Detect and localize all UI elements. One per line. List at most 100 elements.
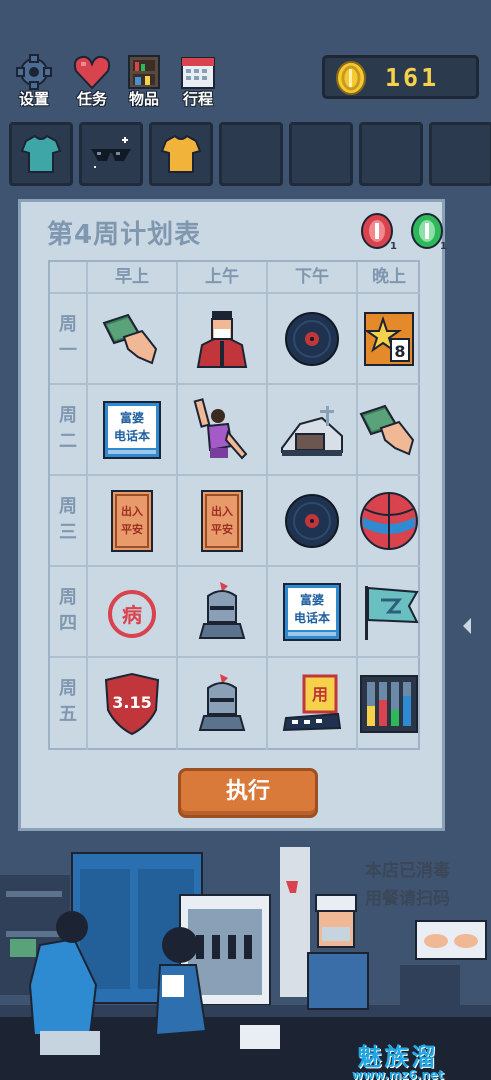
schedule-button[interactable]: 行程 [172, 50, 224, 112]
svg-text:用: 用 [312, 685, 328, 704]
notice-line-1: 本店已消毒 [365, 861, 450, 881]
inventory-slot[interactable] [429, 122, 491, 186]
watermark-name: 魅族溜 [357, 1043, 439, 1071]
phone-book-icon: 富婆 电话本 [103, 400, 161, 459]
settings-button[interactable]: 设置 [8, 50, 60, 112]
plan-grid: 早上 上午 下午 晚上 周一 周二 周三 周四 周五 8 富婆 电话本 出入 平… [48, 260, 420, 750]
plan-cell[interactable] [178, 385, 268, 476]
inventory-slot[interactable] [289, 122, 353, 186]
row-header: 周五 [50, 658, 88, 750]
svg-text:出入: 出入 [121, 504, 143, 518]
vinyl-record-icon [285, 311, 339, 366]
svg-text:电话本: 电话本 [294, 610, 330, 625]
plan-cell[interactable] [358, 567, 420, 658]
svg-text:平安: 平安 [121, 522, 143, 536]
shop-notice: 本店已消毒 用餐请扫码 [365, 857, 490, 917]
plan-cell[interactable] [358, 658, 420, 750]
star-8-card-icon: 8 [363, 311, 414, 366]
items-button[interactable]: 物品 [118, 50, 170, 112]
plan-cell[interactable] [358, 476, 420, 567]
svg-text:电话本: 电话本 [114, 428, 150, 443]
sunglasses-icon [91, 137, 131, 168]
corner-cell [50, 262, 88, 294]
row-header: 周三 [50, 476, 88, 567]
col-header: 晚上 [358, 262, 420, 294]
yellow-shirt-icon [160, 134, 202, 173]
plan-cell[interactable]: 用 [268, 658, 358, 750]
masked-man-icon [196, 310, 248, 368]
watermark: 魅族溜 www.mz6.net [352, 1037, 444, 1080]
panel-notch [463, 618, 471, 634]
plan-cell[interactable] [268, 476, 358, 567]
vinyl-record-icon [285, 493, 339, 548]
phone-book-icon: 富婆 电话本 [283, 582, 341, 641]
row-header: 周二 [50, 385, 88, 476]
knight-helmet-icon [198, 581, 246, 639]
col-header: 早上 [88, 262, 178, 294]
teal-shirt-icon [20, 134, 62, 173]
col-header: 上午 [178, 262, 268, 294]
plan-cell[interactable]: 3.15 [88, 658, 178, 750]
test-tubes-icon [360, 675, 418, 733]
svg-text:病: 病 [122, 603, 142, 627]
green-token[interactable]: 1 [409, 212, 447, 252]
shelf-icon [128, 55, 160, 89]
plan-cell[interactable]: 富婆 电话本 [268, 567, 358, 658]
tasks-button[interactable]: 任务 [66, 50, 118, 112]
inventory-slot[interactable] [79, 122, 143, 186]
watermark-url: www.mz6.net [352, 1068, 444, 1080]
plan-cell[interactable] [178, 567, 268, 658]
inventory-slot[interactable] [9, 122, 73, 186]
plan-cell[interactable]: 8 [358, 294, 420, 385]
svg-text:平安: 平安 [211, 522, 233, 536]
dancing-woman-icon [193, 397, 248, 459]
flag-icon [365, 585, 419, 640]
execute-button[interactable]: 执行 [178, 768, 318, 818]
coin-amount: 161 [385, 63, 440, 92]
svg-text:富婆: 富婆 [300, 592, 324, 607]
red-token[interactable]: 1 [359, 212, 397, 252]
plan-cell[interactable]: 病 [88, 567, 178, 658]
svg-text:3.15: 3.15 [112, 693, 151, 712]
plan-cell[interactable] [178, 294, 268, 385]
money-hand-icon [102, 313, 158, 364]
inventory-slot[interactable] [359, 122, 423, 186]
plan-cell[interactable]: 出入 平安 [178, 476, 268, 567]
shield-315-icon: 3.15 [104, 672, 160, 736]
svg-text:8: 8 [394, 342, 405, 361]
tasks-label: 任务 [76, 90, 107, 108]
weekly-plan-panel: 第4周计划表 1 1 早上 上午 下午 晚上 周一 周二 周三 周 四 周 五 … [18, 199, 447, 831]
plan-cell[interactable] [358, 385, 420, 476]
plan-cell[interactable] [268, 294, 358, 385]
gear-icon [16, 54, 52, 90]
plan-cell[interactable] [268, 385, 358, 476]
row-header: 周四 [50, 567, 88, 658]
inventory-slot[interactable] [219, 122, 283, 186]
plan-cell[interactable]: 出入 平安 [88, 476, 178, 567]
money-hand-icon [359, 404, 415, 455]
coin-counter: 161 [322, 55, 479, 99]
mountain-house-icon [281, 405, 343, 456]
sick-stamp-icon: 病 [108, 589, 156, 638]
schedule-label: 行程 [182, 90, 213, 108]
items-label: 物品 [128, 90, 159, 108]
plan-title: 第4周计划表 [47, 220, 202, 250]
heart-icon [73, 55, 111, 90]
calendar-icon [181, 57, 215, 89]
inventory-slot[interactable] [149, 122, 213, 186]
knight-helmet-icon [198, 674, 246, 731]
safety-charm-icon: 出入 平安 [111, 489, 153, 552]
sign-board-icon: 用 [282, 674, 342, 732]
svg-text:富婆: 富婆 [120, 410, 144, 425]
safety-charm-icon: 出入 平安 [201, 489, 243, 552]
svg-text:出入: 出入 [211, 504, 233, 518]
coin-icon [336, 61, 366, 95]
col-header: 下午 [268, 262, 358, 294]
row-header: 周一 [50, 294, 88, 385]
settings-label: 设置 [18, 90, 49, 108]
notice-line-2: 用餐请扫码 [365, 889, 450, 909]
basketball-icon [360, 491, 418, 550]
plan-cell[interactable] [178, 658, 268, 750]
plan-cell[interactable] [88, 294, 178, 385]
plan-cell[interactable]: 富婆 电话本 [88, 385, 178, 476]
